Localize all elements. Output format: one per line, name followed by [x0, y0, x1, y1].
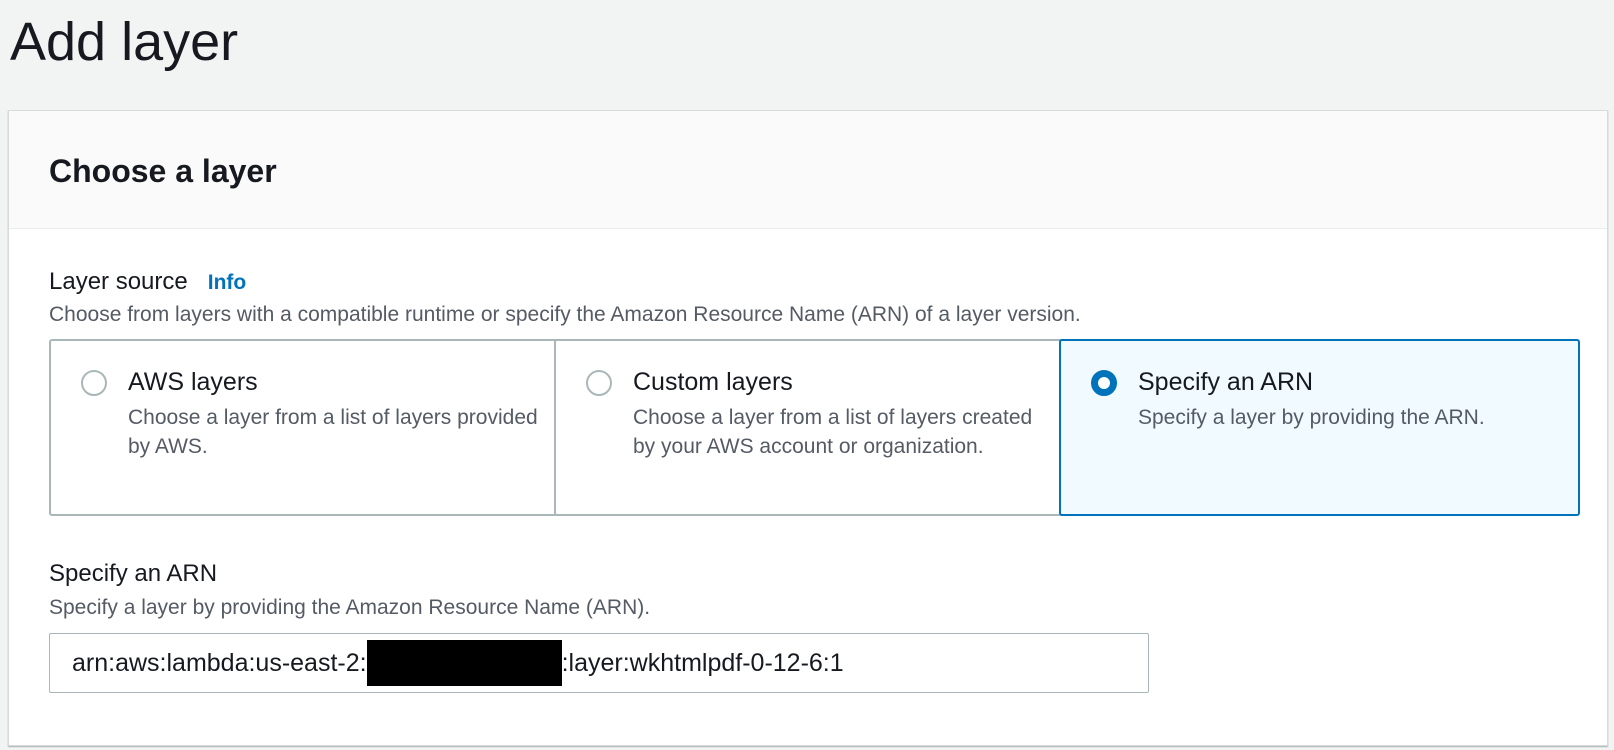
tile-description-aws-layers: Choose a layer from a list of layers pro…: [128, 406, 538, 458]
arn-input[interactable]: arn:aws:lambda:us-east-2: :layer:wkhtmlp…: [49, 633, 1149, 693]
tile-title-aws-layers: AWS layers: [128, 368, 258, 396]
arn-field-description: Specify a layer by providing the Amazon …: [49, 596, 651, 619]
radio-custom-layers[interactable]: [586, 370, 612, 396]
panel-title: Choose a layer: [49, 153, 277, 189]
tile-description-specify-arn: Specify a layer by providing the ARN.: [1138, 406, 1485, 429]
redacted-account-id: [366, 640, 562, 686]
tile-title-specify-arn: Specify an ARN: [1138, 368, 1314, 396]
tile-specify-arn[interactable]: Specify an ARN Specify a layer by provid…: [1059, 339, 1580, 516]
tile-aws-layers[interactable]: AWS layers Choose a layer from a list of…: [49, 339, 570, 516]
tile-custom-layers[interactable]: Custom layers Choose a layer from a list…: [554, 339, 1075, 516]
layer-source-label: Layer source: [49, 268, 188, 295]
choose-layer-panel: Choose a layer Layer source Info Choose …: [8, 110, 1608, 746]
panel-header: Choose a layer: [9, 111, 1607, 229]
arn-value-prefix: arn:aws:lambda:us-east-2:: [72, 648, 367, 677]
radio-aws-layers[interactable]: [81, 370, 107, 396]
layer-source-description: Choose from layers with a compatible run…: [49, 303, 1081, 326]
layer-source-label-row: Layer source Info: [49, 267, 246, 297]
arn-field-label: Specify an ARN: [49, 560, 218, 587]
page-title: Add layer: [10, 12, 239, 72]
radio-specify-arn[interactable]: [1091, 370, 1117, 396]
arn-value-suffix: :layer:wkhtmlpdf-0-12-6:1: [561, 648, 844, 677]
tile-description-custom-layers: Choose a layer from a list of layers cre…: [633, 406, 1033, 458]
info-link[interactable]: Info: [208, 271, 246, 295]
tile-title-custom-layers: Custom layers: [633, 368, 793, 396]
